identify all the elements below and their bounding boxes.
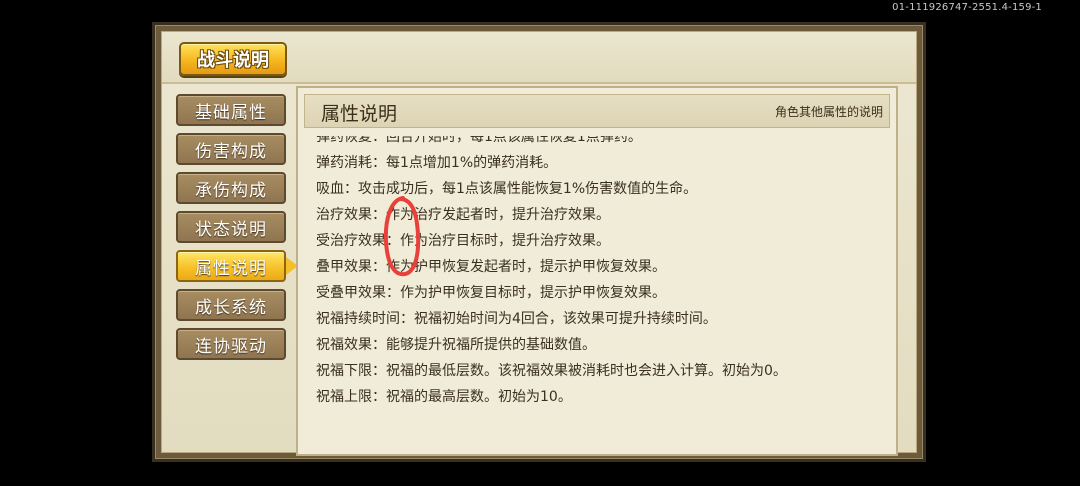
- attribute-list[interactable]: 弹药恢复：回合开始时，每1点该属性恢复1点弹药。 弹药消耗：每1点增加1%的弹药…: [316, 136, 886, 448]
- window-title-tab: 战斗说明: [179, 42, 287, 76]
- attribute-line: 祝福持续时间：祝福初始时间为4回合，该效果可提升持续时间。: [316, 311, 717, 327]
- sidebar-item-status-description[interactable]: 状态说明: [176, 211, 286, 243]
- sidebar-item-damage-taken-composition[interactable]: 承伤构成: [176, 172, 286, 204]
- attribute-line: 弹药恢复：回合开始时，每1点该属性恢复1点弹药。: [316, 136, 642, 145]
- sidebar-item-attribute-description[interactable]: 属性说明: [176, 250, 298, 282]
- sidebar-item-damage-composition[interactable]: 伤害构成: [176, 133, 286, 165]
- content-header: 属性说明 角色其他属性的说明: [304, 94, 890, 128]
- battle-help-dialog: 战斗说明 基础属性 伤害构成 承伤构成 状态说明 属性说明 成长系统 连协驱动 …: [152, 22, 926, 462]
- sidebar-item-basic-attributes[interactable]: 基础属性: [176, 94, 286, 126]
- attribute-line: 弹药消耗：每1点增加1%的弹药消耗。: [316, 155, 558, 171]
- attribute-line: 祝福下限：祝福的最低层数。该祝福效果被消耗时也会进入计算。初始为0。: [316, 363, 787, 379]
- attribute-line: 受叠甲效果：作为护甲恢复目标时，提示护甲恢复效果。: [316, 285, 666, 301]
- dialog-body: 战斗说明 基础属性 伤害构成 承伤构成 状态说明 属性说明 成长系统 连协驱动 …: [161, 31, 917, 456]
- title-bar: 战斗说明: [162, 32, 916, 84]
- red-circle-annotation: [383, 196, 421, 277]
- attribute-line: 祝福效果：能够提升祝福所提供的基础数值。: [316, 337, 596, 353]
- sidebar-item-growth-system[interactable]: 成长系统: [176, 289, 286, 321]
- sidebar: 基础属性 伤害构成 承伤构成 状态说明 属性说明 成长系统 连协驱动: [176, 94, 298, 367]
- sidebar-item-link-drive[interactable]: 连协驱动: [176, 328, 286, 360]
- overlay-code: 01-111926747-2551.4-159-1: [892, 2, 1042, 13]
- page-title: 属性说明: [321, 103, 398, 125]
- attribute-line: 祝福上限：祝福的最高层数。初始为10。: [316, 389, 572, 405]
- page-subtitle: 角色其他属性的说明: [774, 105, 883, 119]
